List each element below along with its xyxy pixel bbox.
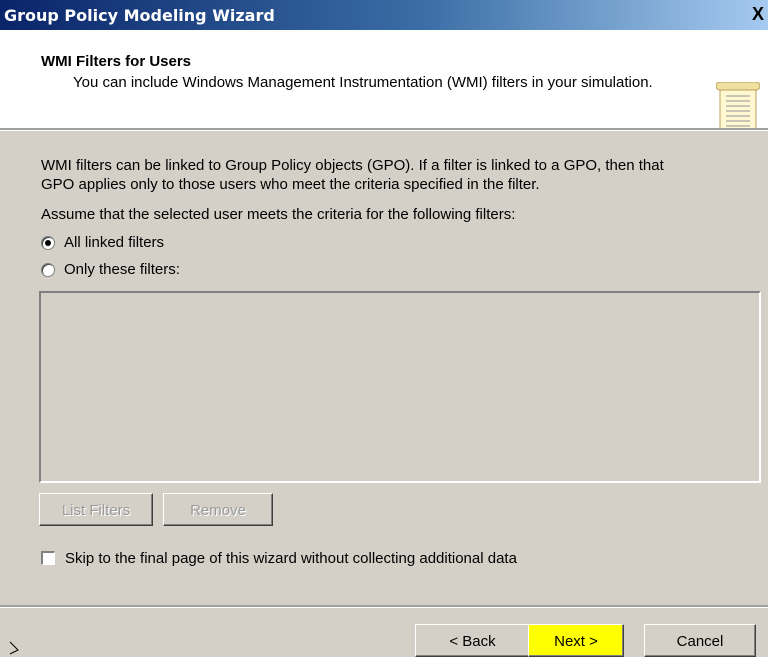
wizard-header: WMI Filters for Users You can include Wi… — [0, 30, 768, 142]
close-button[interactable]: X — [752, 4, 764, 25]
page-subtitle: You can include Windows Management Instr… — [73, 74, 653, 91]
resize-grip-icon — [9, 641, 19, 655]
page-title: WMI Filters for Users — [41, 53, 192, 70]
filters-list[interactable] — [39, 291, 761, 483]
window-title: Group Policy Modeling Wizard — [4, 6, 275, 25]
assume-text: Assume that the selected user meets the … — [41, 206, 516, 223]
next-button[interactable]: Next > — [528, 624, 624, 657]
list-filters-button[interactable]: List Filters — [39, 493, 153, 526]
skip-checkbox[interactable] — [41, 551, 55, 565]
cancel-button[interactable]: Cancel — [644, 624, 756, 657]
radio-only-these-filters-label[interactable]: Only these filters: — [64, 261, 180, 278]
wizard-body: WMI filters can be linked to Group Polic… — [0, 131, 768, 657]
description-line-2: GPO applies only to those users who meet… — [41, 176, 540, 193]
radio-all-linked-filters-label[interactable]: All linked filters — [64, 234, 164, 251]
description-line-1: WMI filters can be linked to Group Polic… — [41, 157, 664, 174]
back-button[interactable]: < Back — [415, 624, 530, 657]
radio-all-linked-filters[interactable] — [41, 236, 55, 250]
footer-separator — [0, 605, 768, 608]
radio-only-these-filters[interactable] — [41, 263, 55, 277]
title-bar: Group Policy Modeling Wizard X — [0, 0, 768, 30]
remove-button[interactable]: Remove — [163, 493, 273, 526]
skip-checkbox-label[interactable]: Skip to the final page of this wizard wi… — [65, 550, 517, 567]
